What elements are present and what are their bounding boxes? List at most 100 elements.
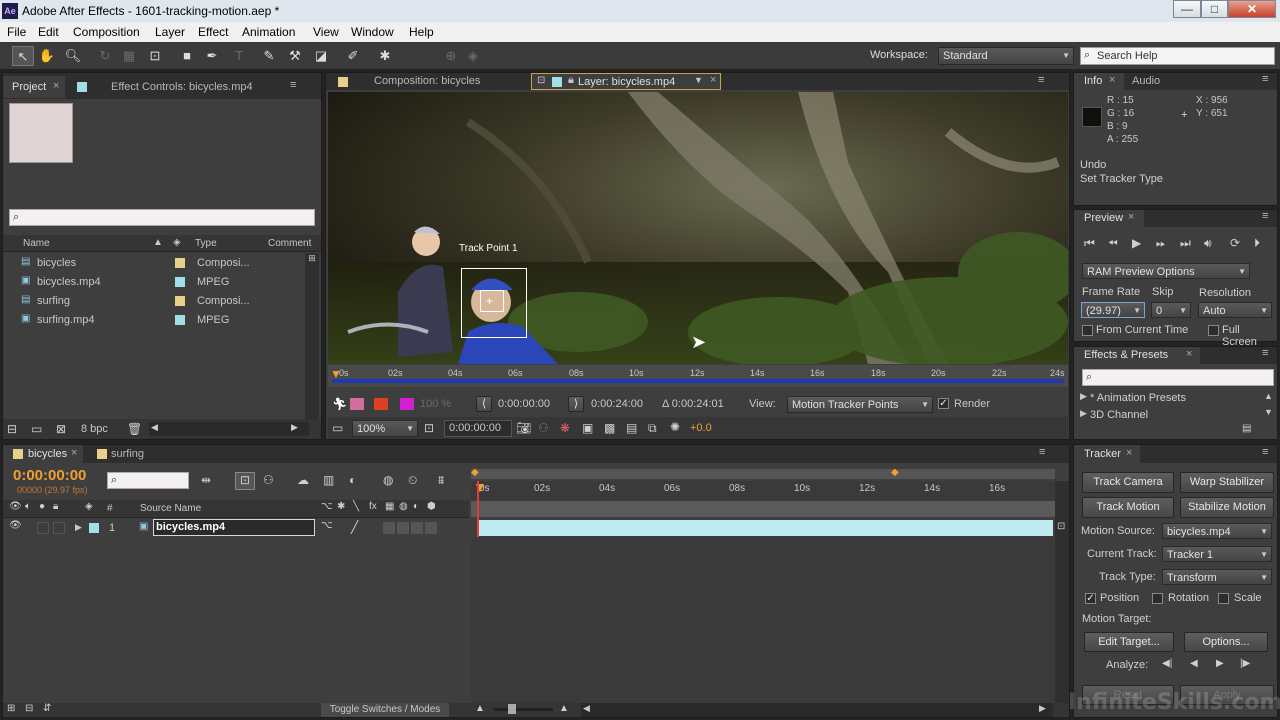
- hide-shy-layers-icon[interactable]: ☁: [297, 473, 309, 487]
- quality-switch-icon[interactable]: ╱: [351, 520, 358, 534]
- frame-blending-icon[interactable]: ▥: [323, 473, 334, 487]
- effects-search-input[interactable]: ⌕: [1082, 369, 1274, 386]
- shy-icon[interactable]: ⌥: [321, 501, 333, 512]
- layer-duration-bar[interactable]: [479, 520, 1053, 536]
- label-tag-icon[interactable]: ◈: [85, 501, 93, 512]
- frame-rate-dropdown[interactable]: (29.97): [1081, 302, 1145, 319]
- flowchart-icon[interactable]: ▤: [626, 421, 637, 435]
- fx-icon[interactable]: fx: [369, 501, 377, 512]
- scroll-right-icon[interactable]: ▶: [1039, 703, 1046, 714]
- comp-flowchart-icon[interactable]: ⧉: [648, 421, 657, 436]
- sort-ascending-icon[interactable]: ▲: [153, 237, 163, 248]
- search-help-input[interactable]: Search Help: [1080, 47, 1275, 65]
- new-folder-icon[interactable]: ▭: [31, 422, 42, 436]
- lock-view-icon[interactable]: 🔒︎: [568, 74, 574, 87]
- clone-stamp-tool-icon[interactable]: ⚒: [284, 46, 306, 66]
- hierarchy-icon[interactable]: ⊞: [305, 253, 319, 267]
- camera-tool-icon[interactable]: ▦: [118, 46, 140, 66]
- collapse-icon[interactable]: ✱: [337, 501, 345, 512]
- navigator-start-icon[interactable]: ◆: [471, 467, 479, 478]
- close-tab-icon[interactable]: ×: [1128, 211, 1134, 223]
- minimize-button[interactable]: —: [1173, 0, 1201, 18]
- motion-blur-switch-icon[interactable]: ◍: [399, 501, 408, 512]
- list-item[interactable]: ▤ bicycles Composi...: [3, 253, 303, 272]
- timeline-search-input[interactable]: ⌕: [107, 472, 189, 489]
- current-track-dropdown[interactable]: Tracker 1: [1162, 546, 1272, 563]
- track-type-dropdown[interactable]: Transform: [1162, 569, 1272, 586]
- play-icon[interactable]: ▶: [1132, 236, 1141, 250]
- close-tab-icon[interactable]: ×: [1186, 348, 1192, 360]
- in-point-timecode[interactable]: 0:00:00:00: [498, 398, 550, 410]
- trash-icon[interactable]: 🗑︎: [127, 422, 142, 436]
- scroll-up-icon[interactable]: ▲: [1264, 391, 1273, 401]
- out-point-timecode[interactable]: 0:00:24:00: [591, 398, 643, 410]
- navigator-end-icon[interactable]: ◆: [891, 467, 899, 478]
- column-comment[interactable]: Comment: [268, 238, 311, 249]
- first-frame-icon[interactable]: ⏮︎: [1084, 236, 1095, 251]
- transparency-icon[interactable]: ▩: [604, 421, 615, 435]
- roto-brush-tool-icon[interactable]: ✐: [342, 46, 364, 66]
- scroll-down-icon[interactable]: ▼: [1264, 407, 1273, 417]
- quality-icon[interactable]: ╲: [353, 501, 359, 512]
- from-current-time-checkbox[interactable]: [1082, 325, 1093, 336]
- show-channel-icon[interactable]: ❋: [560, 421, 570, 435]
- motion-source-dropdown[interactable]: bicycles.mp4: [1162, 523, 1272, 540]
- layer-label-swatch[interactable]: [89, 523, 99, 533]
- rotation-checkbox[interactable]: [1152, 593, 1163, 604]
- effects-item[interactable]: 3D Channel: [1090, 409, 1148, 421]
- effects-item[interactable]: * Animation Presets: [1090, 392, 1186, 404]
- project-scrollbar[interactable]: [305, 253, 319, 419]
- panel-menu-icon[interactable]: ≡: [290, 79, 296, 91]
- panel-menu-icon[interactable]: ≡: [1262, 210, 1268, 222]
- comp-mini-flowchart-icon[interactable]: ⇹: [201, 473, 211, 487]
- draft-3d-icon[interactable]: ⚇: [263, 473, 274, 487]
- menu-animation[interactable]: Animation: [242, 25, 295, 39]
- last-frame-icon[interactable]: ⏭︎: [1180, 236, 1191, 251]
- skip-dropdown[interactable]: 0: [1151, 302, 1191, 319]
- tab-bicycles[interactable]: bicycles: [28, 448, 67, 460]
- expand-transfer-controls-icon[interactable]: ⊟: [25, 703, 33, 714]
- audio-icon[interactable]: 🔈︎: [25, 501, 31, 512]
- stabilize-motion-button[interactable]: Stabilize Motion: [1180, 497, 1274, 518]
- analyze-forward-icon[interactable]: ▶: [1216, 658, 1224, 669]
- panel-menu-icon[interactable]: ≡: [1262, 347, 1268, 359]
- analyze-back-one-frame-icon[interactable]: ◀|: [1162, 658, 1172, 669]
- close-button[interactable]: ✕: [1228, 0, 1276, 18]
- new-preset-icon[interactable]: ▤: [1242, 423, 1251, 434]
- puppet-pin-tool-icon[interactable]: ✱: [374, 46, 396, 66]
- set-in-point-icon[interactable]: ⟨: [476, 396, 492, 412]
- frame-blend-icon[interactable]: ▦: [385, 501, 394, 512]
- menu-help[interactable]: Help: [409, 25, 434, 39]
- tab-composition[interactable]: Composition: bicycles: [374, 75, 480, 87]
- tab-effects-presets[interactable]: Effects & Presets: [1084, 349, 1168, 361]
- solo-toggle[interactable]: [37, 522, 49, 534]
- close-tab-icon[interactable]: ×: [1126, 447, 1132, 459]
- loop-icon[interactable]: ⟳: [1230, 236, 1240, 250]
- eraser-tool-icon[interactable]: ◪: [310, 46, 332, 66]
- menu-effect[interactable]: Effect: [198, 25, 228, 39]
- auto-keyframe-icon[interactable]: ⏲︎: [408, 473, 417, 488]
- layer-switches[interactable]: [383, 522, 437, 534]
- menu-view[interactable]: View: [313, 25, 339, 39]
- close-tab-icon[interactable]: ×: [71, 447, 77, 459]
- column-type[interactable]: Type: [195, 238, 217, 249]
- comp-button-icon[interactable]: ⊡: [1057, 521, 1065, 532]
- render-checkbox[interactable]: ✓: [938, 398, 949, 409]
- maximize-button[interactable]: □: [1201, 0, 1228, 18]
- project-search-input[interactable]: ⌕: [9, 209, 315, 226]
- tab-audio[interactable]: Audio: [1132, 75, 1160, 87]
- close-tab-icon[interactable]: ×: [1109, 74, 1115, 86]
- live-update-icon[interactable]: ⊡: [235, 472, 255, 490]
- zoom-in-icon[interactable]: ▲: [559, 703, 569, 714]
- hand-tool-icon[interactable]: ✋: [36, 46, 58, 66]
- previous-frame-icon[interactable]: ⏪︎: [1108, 236, 1118, 251]
- tab-surfing[interactable]: surfing: [111, 448, 144, 460]
- expand-layer-switches-icon[interactable]: ⊞: [7, 703, 15, 714]
- tab-project[interactable]: Project: [12, 81, 46, 93]
- column-name[interactable]: Name: [23, 238, 50, 249]
- snap-icon[interactable]: ⊕: [440, 46, 462, 66]
- expand-arrow-icon[interactable]: ▶: [75, 522, 82, 533]
- tab-layer-active[interactable]: ⊡ 🔒︎ Layer: bicycles.mp4 ▼ ×: [531, 73, 721, 90]
- solo-icon[interactable]: ●: [39, 501, 45, 512]
- close-tab-icon[interactable]: ×: [53, 80, 59, 92]
